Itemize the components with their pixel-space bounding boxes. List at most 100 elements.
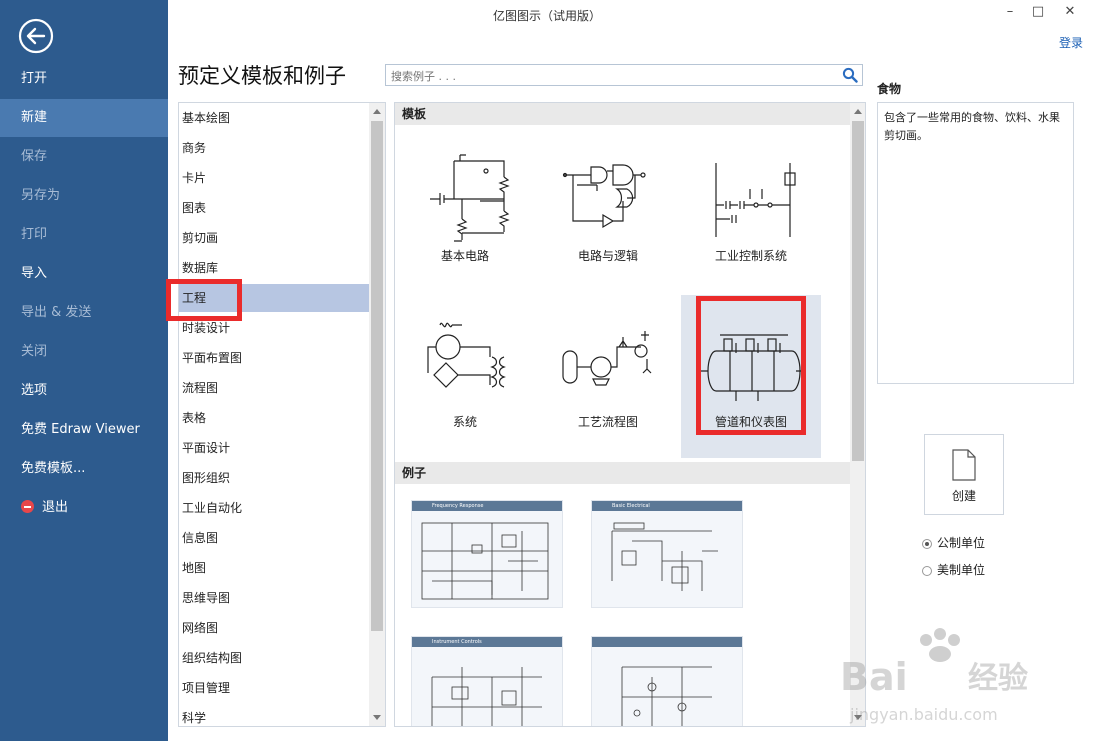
back-arrow-icon[interactable] [18, 18, 54, 54]
search-icon[interactable] [842, 67, 858, 83]
example-header: Basic Electrical [592, 501, 742, 511]
radio-checked-icon[interactable] [922, 539, 932, 549]
example-schematic-icon [431, 667, 542, 726]
search-box[interactable] [385, 64, 863, 86]
example-header-text: Instrument Controls [432, 639, 482, 645]
category-scroll-thumb[interactable] [371, 121, 383, 631]
create-button[interactable]: 创建 [924, 434, 1004, 515]
template-label: 系统 [452, 415, 477, 429]
menu-save-as[interactable]: 另存为 [0, 177, 168, 215]
template-label: 工艺流程图 [577, 415, 638, 429]
category-item[interactable]: 图表 [179, 194, 369, 222]
category-item[interactable]: 图形组织 [179, 464, 369, 492]
svg-text:经验: 经验 [968, 661, 1028, 696]
page-heading: 预定义模板和例子 [178, 64, 346, 88]
example-header: Frequency Response [412, 501, 562, 511]
unit-label: 美制单位 [937, 563, 986, 577]
template-scroll-thumb[interactable] [852, 121, 864, 461]
category-item[interactable]: 表格 [179, 404, 369, 432]
example-header [592, 637, 742, 647]
paw-logo-icon: Bai 经验 jingyan.baidu.com [840, 628, 1028, 724]
example-thumbnail-frequency-response[interactable]: Frequency Response [411, 500, 563, 608]
detail-title: 食物 [877, 82, 902, 96]
menu-free-viewer[interactable]: 免费 Edraw Viewer [0, 411, 168, 449]
category-item[interactable]: 科学 [179, 704, 369, 726]
detail-description: 包含了一些常用的食物、饮料、水果剪切画。 [877, 102, 1074, 384]
process-flow-icon [562, 331, 652, 386]
category-item[interactable]: 平面设计 [179, 434, 369, 462]
new-document-icon [952, 449, 976, 481]
example-header-text: Basic Electrical [612, 503, 650, 509]
category-item[interactable]: 信息图 [179, 524, 369, 552]
scroll-up-icon[interactable] [854, 109, 862, 114]
example-schematic-icon [611, 522, 718, 591]
template-system[interactable]: 系统 [395, 295, 535, 458]
category-item[interactable]: 项目管理 [179, 674, 369, 702]
radio-unchecked-icon[interactable] [922, 566, 932, 576]
create-label: 创建 [951, 489, 976, 503]
template-highlight-box [696, 296, 806, 435]
template-process-flow[interactable]: 工艺流程图 [538, 295, 678, 458]
category-item[interactable]: 工业自动化 [179, 494, 369, 522]
category-item[interactable]: 地图 [179, 554, 369, 582]
category-item[interactable]: 思维导图 [179, 584, 369, 612]
menu-exit[interactable]: 退出 [0, 489, 168, 527]
category-item[interactable]: 数据库 [179, 254, 369, 282]
close-icon[interactable]: ✕ [1058, 2, 1082, 22]
menu-options[interactable]: 选项 [0, 372, 168, 410]
category-item[interactable]: 商务 [179, 134, 369, 162]
circuit-diagram-icon [430, 154, 510, 242]
menu-close[interactable]: 关闭 [0, 333, 168, 371]
scroll-up-icon[interactable] [373, 109, 381, 114]
minimize-icon[interactable]: – [998, 2, 1022, 22]
template-circuit-logic[interactable]: 电路与逻辑 [538, 129, 678, 292]
category-highlight-box [166, 279, 242, 321]
system-diagram-icon [427, 322, 506, 388]
menu-free-templates[interactable]: 免费模板... [0, 450, 168, 488]
unit-label: 公制单位 [937, 536, 986, 550]
login-link[interactable]: 登录 [1059, 34, 1083, 51]
category-item[interactable]: 基本绘图 [179, 104, 369, 132]
example-header-text: Frequency Response [432, 503, 484, 509]
logic-gate-icon [562, 164, 646, 229]
example-thumbnail-basic-electrical[interactable]: Basic Electrical [591, 500, 743, 608]
example-thumbnail-instrument-controls[interactable]: Instrument Controls [411, 636, 563, 726]
menu-new[interactable]: 新建 [0, 99, 168, 137]
examples-section-header: 例子 [395, 462, 850, 484]
template-basic-circuit[interactable]: 基本电路 [395, 129, 535, 292]
search-input[interactable] [389, 66, 833, 86]
templates-section-header: 模板 [395, 103, 850, 125]
template-label: 电路与逻辑 [577, 249, 638, 263]
backstage-sidebar: 打开 新建 保存 另存为 打印 导入 导出 & 发送 关闭 选项 免费 Edra… [0, 0, 168, 741]
svg-text:Bai: Bai [840, 655, 908, 699]
category-item[interactable]: 组织结构图 [179, 644, 369, 672]
category-item[interactable]: 网络图 [179, 614, 369, 642]
menu-open[interactable]: 打开 [0, 60, 168, 98]
category-item[interactable]: 剪切画 [179, 224, 369, 252]
svg-text:jingyan.baidu.com: jingyan.baidu.com [849, 705, 998, 724]
scroll-down-icon[interactable] [373, 715, 381, 720]
window-title: 亿图图示（试用版） [492, 9, 601, 23]
menu-import[interactable]: 导入 [0, 255, 168, 293]
category-item[interactable]: 平面布置图 [179, 344, 369, 372]
maximize-icon[interactable]: □ [1026, 2, 1050, 22]
template-label: 基本电路 [440, 249, 489, 263]
category-item[interactable]: 流程图 [179, 374, 369, 402]
control-ladder-icon [715, 163, 796, 237]
exit-icon [21, 500, 34, 513]
unit-metric-option[interactable]: 公制单位 [922, 535, 985, 551]
category-list: 基本绘图 商务 卡片 图表 剪切画 数据库 工程 时装设计 平面布置图 流程图 … [178, 102, 386, 727]
example-thumbnail[interactable] [591, 636, 743, 726]
menu-export-send[interactable]: 导出 & 发送 [0, 294, 168, 332]
example-schematic-icon [621, 666, 712, 726]
example-header: Instrument Controls [412, 637, 562, 647]
category-item[interactable]: 卡片 [179, 164, 369, 192]
unit-us-option[interactable]: 美制单位 [922, 562, 985, 578]
menu-save[interactable]: 保存 [0, 138, 168, 176]
template-industrial-control[interactable]: 工业控制系统 [681, 129, 821, 292]
menu-exit-label: 退出 [42, 500, 69, 515]
menu-print[interactable]: 打印 [0, 216, 168, 254]
template-label: 工业控制系统 [714, 249, 787, 263]
baidu-watermark-logo: Bai 经验 jingyan.baidu.com [838, 620, 1088, 730]
example-schematic-icon [421, 522, 549, 600]
